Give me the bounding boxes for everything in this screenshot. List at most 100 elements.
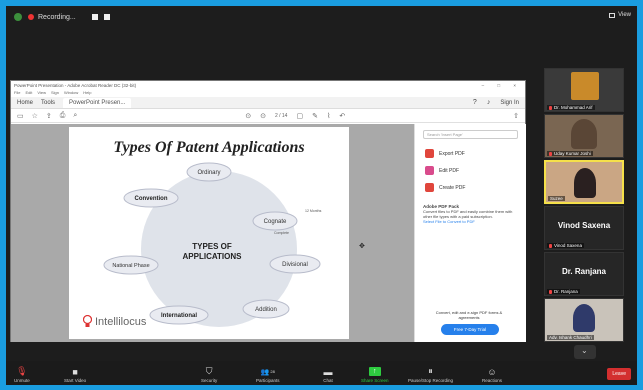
export-pdf-label: Export PDF <box>439 150 465 157</box>
participant-big-name-4: Vinod Saxena <box>557 221 611 230</box>
free-trial-button[interactable]: Free 7-Day Trial <box>441 324 499 335</box>
participant-big-name-5: Dr. Ranjana <box>561 267 606 276</box>
participant-tile-4[interactable]: Vinod Saxena Vinod Saxena <box>544 206 624 250</box>
viewer-titlebar: PowerPoint Presentation - Adobe Acrobat … <box>11 81 525 90</box>
help-icon[interactable]: ? <box>473 99 477 106</box>
smiley-icon: ☺ <box>487 366 497 377</box>
record-dot-icon <box>28 14 34 20</box>
start-video-button[interactable]: ■ Start Video <box>64 367 87 384</box>
muted-mic-icon <box>549 151 552 156</box>
chevron-down-icon: ⌄ <box>581 346 588 355</box>
bell-icon[interactable]: ♪ <box>487 99 491 106</box>
zoom-search-icon[interactable]: ⌕ <box>73 112 77 120</box>
top-bar: Recording... View <box>6 6 637 28</box>
tools-search-input[interactable]: Search 'Insert Page' <box>423 130 518 139</box>
leave-button[interactable]: Leave <box>607 368 631 380</box>
page-number[interactable]: 2 / 14 <box>275 113 288 119</box>
participants-button[interactable]: 👥 28 Participants <box>256 367 280 384</box>
chat-icon: ▬ <box>323 366 333 377</box>
create-pdf-tool[interactable]: Create PDF <box>415 179 526 196</box>
participants-icon: 👥 28 <box>260 368 275 376</box>
edit-pdf-icon <box>425 166 434 175</box>
menu-file[interactable]: File <box>14 90 20 97</box>
print-icon[interactable]: ⎙ <box>60 112 66 120</box>
promo-link[interactable]: Select File to Convert to PDF <box>423 219 475 224</box>
export-pdf-icon <box>425 149 434 158</box>
comment-icon[interactable]: ▢ <box>296 112 303 120</box>
participant-name-1: Dr. Mohammad Arif <box>547 105 595 110</box>
pdf-pack-promo: Adobe PDF Pack Convert files to PDF and … <box>423 204 518 224</box>
share-screen-label: Share Screen <box>361 378 389 383</box>
pause-recording-button[interactable]: ⏸ Pause/Stop Recording <box>408 366 454 383</box>
logo-text: Intellilocus <box>95 315 147 328</box>
menu-sign[interactable]: Sign <box>51 90 59 97</box>
shield-icon: ⛉ <box>205 366 213 376</box>
sign-in-button[interactable]: Sign In <box>500 100 519 106</box>
upload-icon[interactable]: ⇪ <box>46 112 52 120</box>
participant-tile-6[interactable]: Adv. Ishank Chaudhri <box>544 298 624 342</box>
pause-icon: ⏸ <box>428 366 433 376</box>
scroll-down-button[interactable]: ⌄ <box>574 345 596 359</box>
undo-icon[interactable]: ↶ <box>339 112 345 120</box>
menu-help[interactable]: Help <box>83 90 91 97</box>
slide: Types Of Patent Applications Ordinary Co… <box>69 127 349 339</box>
view-label: View <box>618 12 631 18</box>
create-pdf-icon <box>425 183 434 192</box>
share-screen-icon: ↑ <box>368 367 381 376</box>
shared-screen: PowerPoint Presentation - Adobe Acrobat … <box>10 80 526 342</box>
edit-pdf-label: Edit PDF <box>439 167 460 174</box>
cursor-icon: ✥ <box>359 243 365 250</box>
label-addition: Addition <box>255 307 277 313</box>
unmute-label: Unmute <box>14 378 30 383</box>
slide-diagram: Ordinary Convention Cognate National Pha… <box>103 162 322 327</box>
intellilocus-logo: Intellilocus <box>83 315 146 328</box>
document-area[interactable]: Types Of Patent Applications Ordinary Co… <box>11 124 414 342</box>
share-screen-button[interactable]: ↑ Share Screen <box>361 367 389 383</box>
participant-name-6: Adv. Ishank Chaudhri <box>547 335 594 340</box>
security-button[interactable]: ⛉ Security <box>201 366 218 383</box>
save-icon[interactable]: ▭ <box>17 112 24 120</box>
label-cognate: Cognate <box>264 219 287 225</box>
stop-recording-icon[interactable] <box>103 14 110 20</box>
participant-tile-5[interactable]: Dr. Ranjana Dr. Ranjana <box>544 252 624 296</box>
shield-icon[interactable] <box>14 13 22 21</box>
menu-edit[interactable]: Edit <box>25 90 32 97</box>
edit-pdf-tool[interactable]: Edit PDF <box>415 162 526 179</box>
export-pdf-tool[interactable]: Export PDF <box>415 145 526 162</box>
label-national-phase: National Phase <box>112 263 149 269</box>
avatar <box>571 72 599 100</box>
tools-pane: Search 'Insert Page' Export PDF Edit PDF… <box>414 124 526 342</box>
reactions-button[interactable]: ☺ Reactions <box>482 366 502 384</box>
start-video-label: Start Video <box>64 378 87 383</box>
menu-view[interactable]: View <box>37 90 46 97</box>
recording-indicator[interactable]: Recording... <box>28 14 76 21</box>
tab-tools[interactable]: Tools <box>41 100 55 106</box>
page-down-icon[interactable]: ⊙ <box>260 112 266 120</box>
participant-tile-3-active[interactable]: Suzee <box>544 160 624 204</box>
view-button[interactable]: View <box>609 12 631 18</box>
cognate-note-complete: Complete <box>274 231 289 235</box>
free-text: Convert, edit and e-sign PDF forms & agr… <box>435 310 503 320</box>
zoom-window: Recording... View PowerPoint Presentatio… <box>6 6 637 385</box>
share-file-icon[interactable]: ⇧ <box>513 112 519 120</box>
security-label: Security <box>201 378 218 383</box>
tab-document[interactable]: PowerPoint Presen... <box>63 97 132 108</box>
chat-button[interactable]: ▬ Chat <box>322 366 334 384</box>
window-controls[interactable]: – □ × <box>482 83 522 88</box>
highlight-icon[interactable]: ⌇ <box>327 112 330 120</box>
bookmark-icon[interactable]: ☆ <box>32 112 38 120</box>
participant-tile-1[interactable]: Dr. Mohammad Arif <box>544 68 624 112</box>
page-up-icon[interactable]: ⊙ <box>245 112 251 120</box>
menu-window[interactable]: Window <box>64 90 78 97</box>
avatar <box>573 304 595 332</box>
participant-tile-2[interactable]: Uday Kumar Joshi <box>544 114 624 158</box>
pause-recording-label: Pause/Stop Recording <box>408 378 454 383</box>
unmute-button[interactable]: 🎙 Unmute <box>14 366 30 383</box>
label-international: International <box>161 313 197 319</box>
tab-home[interactable]: Home <box>17 100 33 106</box>
pause-recording-icon[interactable] <box>91 14 98 20</box>
viewer-menubar: File Edit View Sign Window Help <box>11 90 525 97</box>
pen-icon[interactable]: ✎ <box>312 112 318 120</box>
participant-name-2: Uday Kumar Joshi <box>547 151 593 156</box>
chat-label: Chat <box>323 378 333 383</box>
